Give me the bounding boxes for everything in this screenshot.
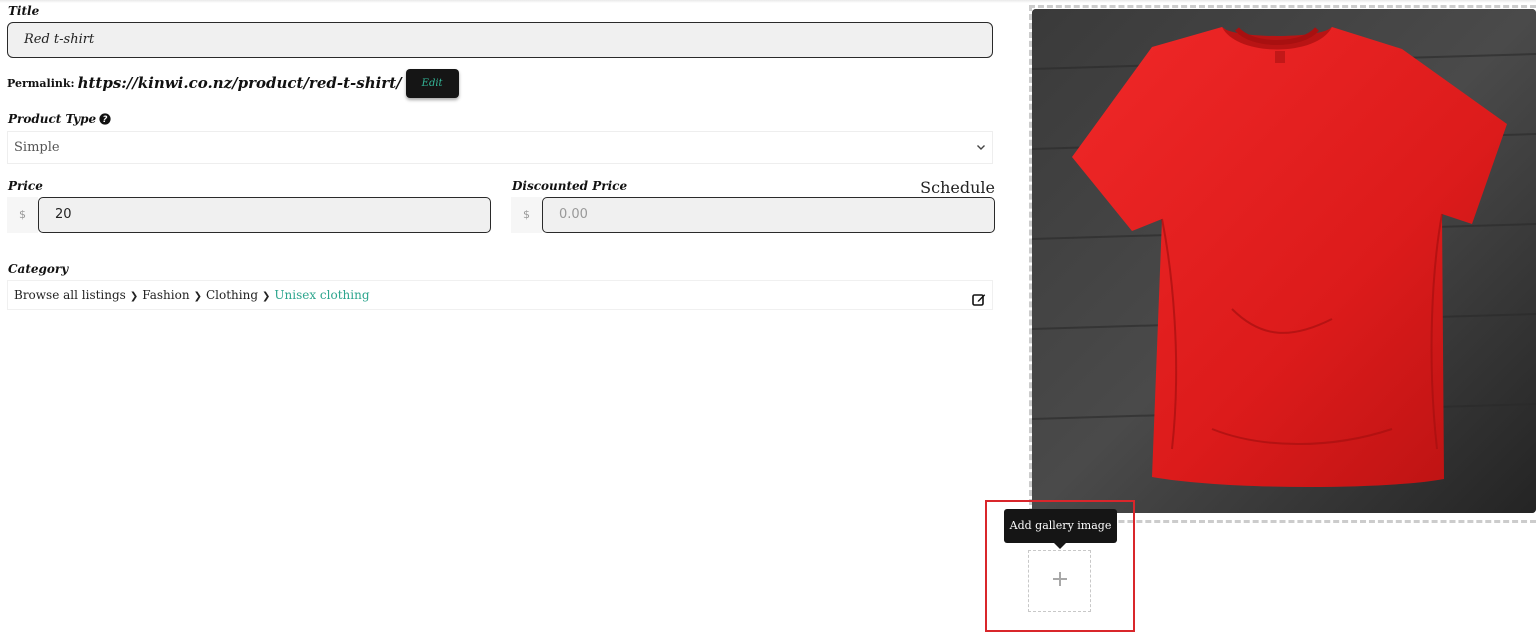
add-gallery-image-button[interactable] xyxy=(1028,550,1091,612)
title-label: Title xyxy=(8,4,40,18)
plus-icon xyxy=(1052,571,1068,591)
breadcrumb-item[interactable]: Browse all listings xyxy=(14,288,126,302)
permalink-row: Permalink: https://kinwi.co.nz/product/r… xyxy=(7,68,459,98)
featured-image[interactable] xyxy=(1032,9,1536,513)
permalink-edit-button[interactable]: Edit xyxy=(405,68,459,98)
price-input[interactable]: 20 xyxy=(38,197,491,233)
breadcrumb-item[interactable]: Clothing xyxy=(206,288,258,302)
tooltip-arrow xyxy=(1054,543,1066,549)
permalink-url[interactable]: https://kinwi.co.nz/product/red-t-shirt/ xyxy=(78,74,402,92)
product-type-label-row: Product Type ? xyxy=(8,112,111,126)
chevron-down-icon xyxy=(976,132,986,175)
product-type-select[interactable]: Simple xyxy=(7,131,993,164)
product-type-label: Product Type xyxy=(8,112,97,126)
category-breadcrumb[interactable]: Browse all listings ❯ Fashion ❯ Clothing ❯ Uni… xyxy=(7,280,993,310)
question-circle-icon[interactable]: ? xyxy=(99,113,111,125)
chevron-right-icon: ❯ xyxy=(262,291,271,302)
price-group: $ 20 xyxy=(7,197,491,233)
category-label: Category xyxy=(8,262,69,276)
gallery-tooltip: Add gallery image xyxy=(1004,509,1117,543)
edit-icon[interactable] xyxy=(972,288,986,306)
price-currency: $ xyxy=(7,197,38,233)
breadcrumb-current[interactable]: Unisex clothing xyxy=(274,288,369,302)
chevron-right-icon: ❯ xyxy=(129,291,139,302)
discounted-price-label: Discounted Price xyxy=(512,179,628,193)
chevron-right-icon: ❯ xyxy=(193,291,202,302)
price-label: Price xyxy=(8,179,43,193)
svg-text:?: ? xyxy=(103,115,108,125)
breadcrumb-item[interactable]: Fashion xyxy=(142,288,189,302)
discounted-currency: $ xyxy=(511,197,542,233)
permalink-label: Permalink: xyxy=(7,76,75,90)
top-divider xyxy=(0,0,1536,3)
discounted-price-group: $ 0.00 xyxy=(511,197,995,233)
schedule-link[interactable]: Schedule xyxy=(920,178,995,197)
title-input[interactable]: Red t-shirt xyxy=(7,22,993,58)
discounted-price-input[interactable]: 0.00 xyxy=(542,197,995,233)
product-type-value: Simple xyxy=(14,140,60,155)
